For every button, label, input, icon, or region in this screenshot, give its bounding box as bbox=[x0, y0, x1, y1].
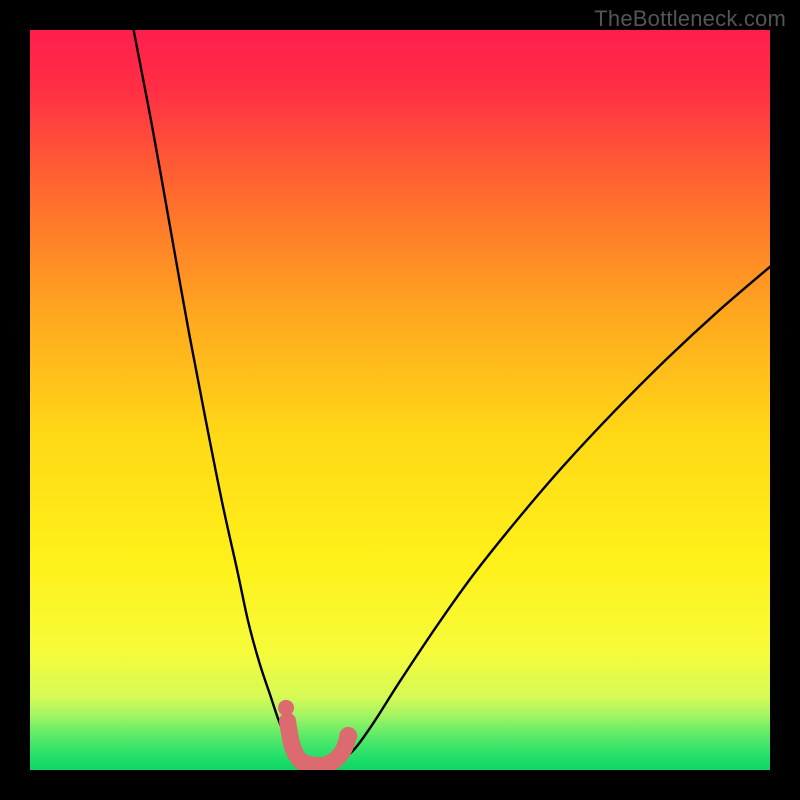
highlight-end-dot bbox=[339, 727, 357, 745]
plot-area bbox=[30, 30, 770, 770]
highlight-start-dot bbox=[278, 700, 294, 716]
chart-svg bbox=[30, 30, 770, 770]
gradient-background bbox=[30, 30, 770, 770]
watermark-text: TheBottleneck.com bbox=[594, 6, 786, 32]
chart-root: TheBottleneck.com bbox=[0, 0, 800, 800]
